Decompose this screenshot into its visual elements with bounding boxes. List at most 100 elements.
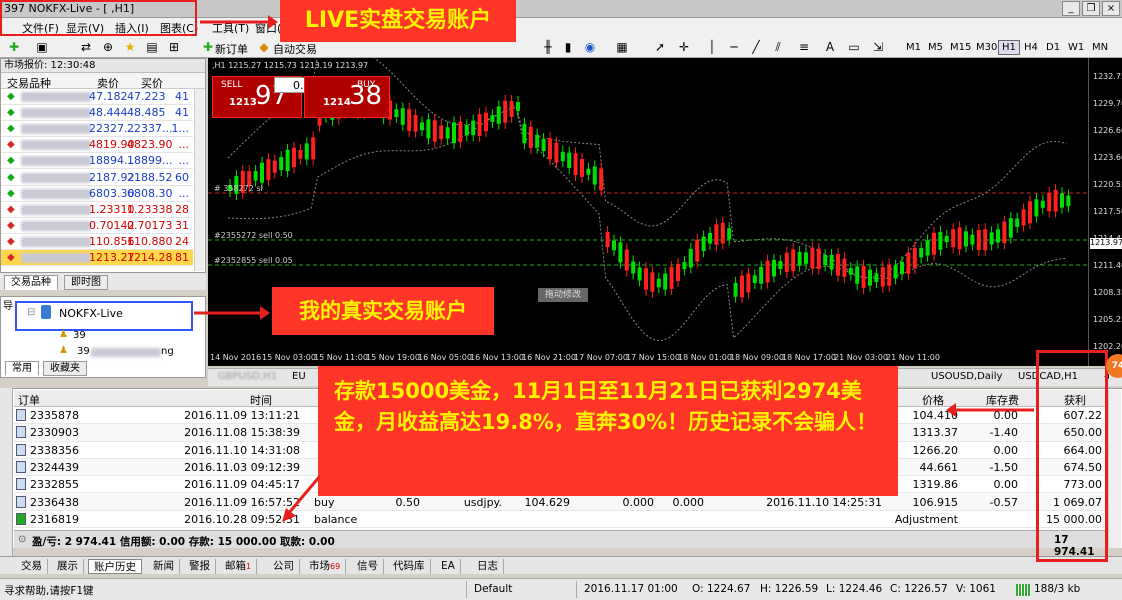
strategy-tester-icon[interactable]: ⊞ <box>166 39 182 55</box>
market-watch-row[interactable]: ◆ 110.856 110.880 24 <box>1 234 193 250</box>
tree-toggle-icon[interactable]: ⊟ <box>27 307 35 318</box>
buy-price-big: 38 <box>349 81 383 111</box>
bid-value: 2187.92 <box>89 170 135 184</box>
tf-m30[interactable]: M30 <box>972 40 1001 55</box>
account-1[interactable]: 39 <box>73 330 86 341</box>
market-watch-row[interactable]: ◆ 4819.90 4823.90... <box>1 137 193 154</box>
market-watch-row[interactable]: ◆ 22327... 22337... 1... <box>1 121 193 138</box>
tab-terminal[interactable]: 公司 <box>268 559 300 574</box>
tab-terminal[interactable]: EA <box>436 559 461 574</box>
new-order-button[interactable]: 新订单 <box>215 41 248 57</box>
trendline-icon[interactable]: ╱ <box>748 39 764 55</box>
candle <box>778 261 783 270</box>
tab-favorites[interactable]: 收藏夹 <box>43 361 87 376</box>
terminal-scrollbar[interactable] <box>1108 390 1121 548</box>
terminal-icon[interactable]: ▤ <box>144 39 160 55</box>
new-chart-icon[interactable]: ✚ <box>6 39 22 55</box>
tab-symbols[interactable]: 交易品种 <box>4 275 58 290</box>
market-watch-row[interactable]: ◆ 6803.30 6808.30... <box>1 186 193 202</box>
tf-m5[interactable]: M5 <box>924 40 947 55</box>
navigator-icon[interactable]: ★ <box>122 39 138 55</box>
market-watch-row[interactable]: ◆ 18894... 18899...... <box>1 153 193 170</box>
cursor-icon[interactable]: ➚ <box>652 39 668 55</box>
auto-trade-icon[interactable]: ◆ <box>256 39 272 55</box>
buy-button[interactable]: BUY 1214 38 <box>304 76 390 118</box>
tab-terminal[interactable]: 新闻 <box>148 559 180 574</box>
horizontal-line-icon[interactable]: ─ <box>726 39 742 55</box>
tab-tick-chart[interactable]: 即时图 <box>64 275 108 290</box>
candle <box>912 248 917 268</box>
tab-terminal[interactable]: 市场69 <box>304 559 347 574</box>
tab-terminal[interactable]: 展示 <box>52 559 84 574</box>
account-server[interactable]: NOKFX-Live <box>59 307 123 320</box>
candle <box>919 247 924 258</box>
channel-icon[interactable]: ⫽ <box>770 39 786 55</box>
col-order[interactable]: 订单 <box>18 392 40 408</box>
title-highlight-box <box>0 0 197 36</box>
market-watch-row[interactable]: ◆ 1213.27 1214.28 81 <box>1 250 193 267</box>
candles-icon[interactable]: ▮ <box>560 39 576 55</box>
market-watch-row[interactable]: ◆ 48.444 48.485 41 <box>1 105 193 122</box>
tf-h1[interactable]: H1 <box>998 40 1020 55</box>
chart-tab-2[interactable]: EU <box>292 371 306 382</box>
fibonacci-icon[interactable]: ≡ <box>796 39 812 55</box>
candle <box>612 240 616 251</box>
chart-tab-1[interactable]: GBPUSD,H1 <box>218 371 277 382</box>
order-icon <box>16 478 26 491</box>
tab-terminal[interactable]: 代码库 <box>388 559 431 574</box>
tf-h4[interactable]: H4 <box>1020 40 1042 55</box>
tab-terminal[interactable]: 警报 <box>184 559 216 574</box>
vertical-line-icon[interactable]: │ <box>704 39 720 55</box>
arrows-icon[interactable]: ⇲ <box>870 39 886 55</box>
status-help: 寻求帮助,请按F1键 <box>4 585 94 597</box>
table-row[interactable]: 2336438 2016.11.09 16:57:52 buy 0.50 usdjpy.… <box>14 493 1108 511</box>
label-icon[interactable]: ▭ <box>846 39 862 55</box>
order-line-label-1: #2355272 sell 0.50 <box>214 231 293 240</box>
candle <box>848 267 853 275</box>
market-watch-row[interactable]: ◆ 1.23310 1.23338 28 <box>1 202 193 218</box>
tab-terminal[interactable]: 交易 <box>16 559 48 574</box>
crosshair-icon[interactable]: ✛ <box>676 39 692 55</box>
minimize-button[interactable]: _ <box>1062 1 1080 16</box>
profiles-icon[interactable]: ▣ <box>34 39 50 55</box>
tab-terminal[interactable]: 账户历史 <box>88 559 142 574</box>
candle <box>669 266 674 289</box>
new-order-icon[interactable]: ✚ <box>200 39 216 55</box>
market-watch-row[interactable]: ◆ 0.70142 0.70173 31 <box>1 218 193 234</box>
drag-modify-hint[interactable]: 拖动修改 <box>538 288 588 302</box>
text-icon[interactable]: A <box>822 39 838 55</box>
market-watch-icon[interactable]: ⇄ <box>78 39 94 55</box>
tab-common[interactable]: 常用 <box>5 361 39 376</box>
bid-value: 110.856 <box>89 234 135 248</box>
restore-button[interactable]: ❐ <box>1082 1 1100 16</box>
table-row[interactable]: 2316819 2016.10.28 09:52:31 balance Adjustm… <box>14 510 1108 529</box>
chart-tab-3[interactable]: USOUSD,Daily <box>931 371 1002 382</box>
tab-terminal[interactable]: 信号 <box>352 559 384 574</box>
tf-m1[interactable]: M1 <box>902 40 925 55</box>
tf-d1[interactable]: D1 <box>1042 40 1064 55</box>
account-2[interactable]: 39 <box>77 346 90 357</box>
close-button[interactable]: × <box>1102 1 1120 16</box>
market-watch-row[interactable]: ◆ 47.182 47.223 41 <box>1 89 193 106</box>
candle <box>951 229 956 248</box>
tab-terminal[interactable]: 邮箱1 <box>220 559 258 574</box>
col-price[interactable]: 价格 <box>922 392 944 408</box>
market-watch-scrollbar[interactable] <box>194 89 204 271</box>
price-axis-labels: 1232.75 1229.70 1226.60 1223.60 1220.55 1217.… <box>1089 58 1122 351</box>
candle <box>1053 189 1058 212</box>
price-tick-label: 1223.60 <box>1093 153 1122 162</box>
tab-terminal[interactable]: 日志 <box>472 559 504 574</box>
cell-tp: 0.000 <box>672 495 705 509</box>
zoom-icon[interactable]: ◉ <box>582 39 598 55</box>
data-window-icon[interactable]: ⊕ <box>100 39 116 55</box>
col-time[interactable]: 时间 <box>250 392 272 408</box>
tf-m15[interactable]: M15 <box>946 40 975 55</box>
market-watch-row[interactable]: ◆ 2187.92 2188.52 60 <box>1 170 193 186</box>
template-icon[interactable]: ▦ <box>614 39 630 55</box>
tf-mn[interactable]: MN <box>1088 40 1112 55</box>
auto-trade-button[interactable]: 自动交易 <box>273 41 317 57</box>
bar-chart-icon[interactable]: ╫ <box>540 39 556 55</box>
tf-w1[interactable]: W1 <box>1064 40 1088 55</box>
candle <box>605 231 610 248</box>
order-icon <box>16 426 26 439</box>
